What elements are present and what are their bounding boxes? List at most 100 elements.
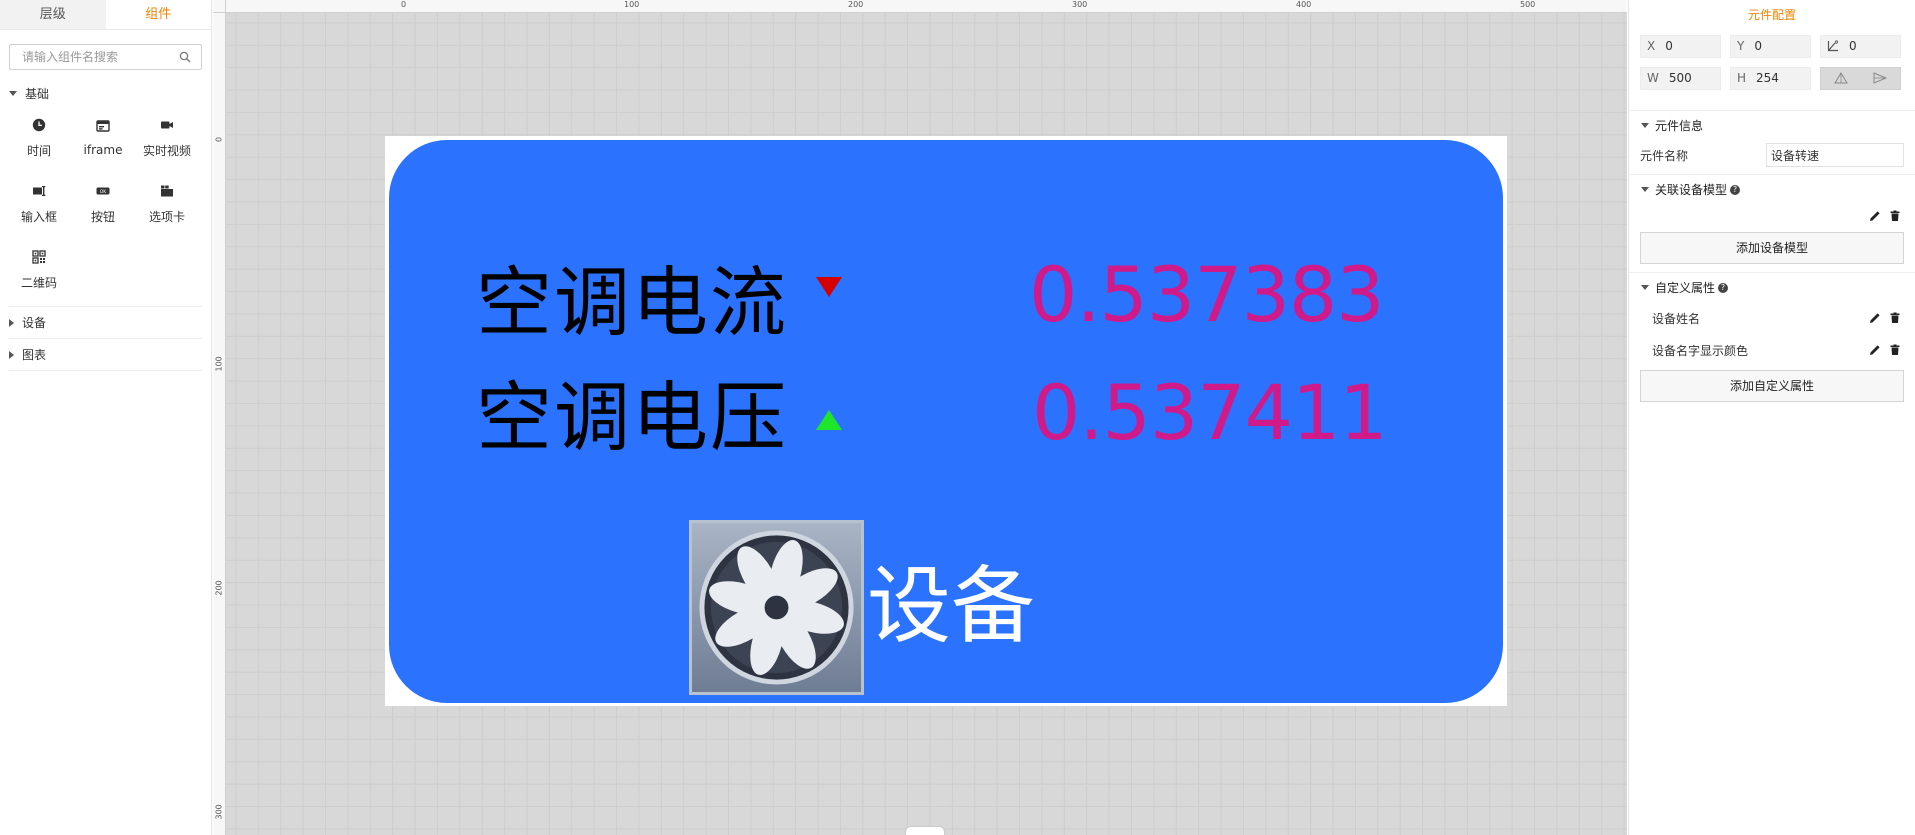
component-live-video-label: 实时视频 xyxy=(142,143,191,158)
ruler-top-label: 500 xyxy=(1520,0,1536,9)
ruler-top-label: 400 xyxy=(1296,0,1312,9)
element-name-input[interactable] xyxy=(1766,143,1904,167)
section-element-info-title: 元件信息 xyxy=(1655,119,1704,133)
caret-right-icon xyxy=(9,318,14,327)
h-label: H xyxy=(1737,71,1747,85)
tab-components[interactable]: 组件 xyxy=(105,0,211,29)
caret-down-icon xyxy=(1641,123,1649,128)
custom-prop-actions xyxy=(1869,312,1901,324)
component-time[interactable]: 时间 xyxy=(7,106,71,170)
clock-icon xyxy=(32,118,46,131)
iframe-icon xyxy=(96,120,110,132)
group-chart-label: 图表 xyxy=(22,348,47,362)
device-image xyxy=(689,520,864,695)
component-input[interactable]: 输入框 xyxy=(7,172,71,236)
section-device-model-title: 关联设备模型 xyxy=(1655,183,1728,197)
w-value: 500 xyxy=(1668,71,1692,85)
edit-icon[interactable] xyxy=(1869,210,1881,222)
rotation-value: 0 xyxy=(1849,39,1857,53)
ruler-left-label: 200 xyxy=(214,580,224,596)
delete-icon[interactable] xyxy=(1889,210,1901,222)
component-qrcode[interactable]: 二维码 xyxy=(7,238,71,302)
search-input[interactable] xyxy=(10,45,201,69)
y-label: Y xyxy=(1737,39,1745,53)
custom-prop-item: 设备姓名 xyxy=(1629,302,1915,334)
input-box-icon xyxy=(33,185,46,196)
caret-down-icon xyxy=(1641,285,1649,290)
x-field[interactable]: X0 xyxy=(1640,34,1721,58)
section-element-info[interactable]: 元件信息 xyxy=(1629,110,1915,140)
component-button-label: 按钮 xyxy=(90,209,115,224)
height-field[interactable]: H 254 xyxy=(1730,66,1811,90)
delete-icon[interactable] xyxy=(1889,312,1901,324)
group-basic[interactable]: 基础 xyxy=(0,80,211,106)
component-input-label: 输入框 xyxy=(20,209,57,224)
trend-down-icon xyxy=(816,277,842,297)
ruler-corner xyxy=(213,0,226,13)
panel-tabs: 层级 组件 xyxy=(0,0,211,30)
custom-prop-label: 设备姓名 xyxy=(1652,311,1701,326)
component-button[interactable]: OK 按钮 xyxy=(71,172,135,236)
flip-vertical-icon[interactable] xyxy=(1833,72,1848,84)
component-tabs-label: 选项卡 xyxy=(148,209,185,224)
rotation-field[interactable]: 0 xyxy=(1820,34,1901,58)
custom-prop-label: 设备名字显示颜色 xyxy=(1652,343,1749,358)
flip-horizontal-icon[interactable] xyxy=(1873,72,1888,84)
group-device[interactable]: 设备 xyxy=(9,307,202,339)
label-ac-voltage: 空调电压 xyxy=(476,373,788,462)
video-camera-icon xyxy=(161,121,173,128)
component-iframe[interactable]: iframe xyxy=(71,106,135,170)
position-row: X0 Y0 0 xyxy=(1629,30,1915,62)
edit-icon[interactable] xyxy=(1869,312,1881,324)
search-icon[interactable] xyxy=(179,51,191,63)
custom-prop-item: 设备名字显示颜色 xyxy=(1629,334,1915,366)
y-value: 0 xyxy=(1754,39,1762,53)
component-live-video[interactable]: 实时视频 xyxy=(135,106,199,170)
x-label: X xyxy=(1647,39,1656,53)
edit-icon[interactable] xyxy=(1869,344,1881,356)
custom-prop-actions xyxy=(1869,344,1901,356)
label-ac-current: 空调电流 xyxy=(476,258,788,347)
collapse-handle[interactable] xyxy=(905,826,945,835)
design-canvas[interactable]: 0 100 200 300 400 500 0 100 200 300 空调电流… xyxy=(213,0,1627,835)
delete-icon[interactable] xyxy=(1889,344,1901,356)
help-icon[interactable]: ? xyxy=(1718,282,1729,293)
trend-up-icon xyxy=(816,410,842,430)
component-qrcode-label: 二维码 xyxy=(20,275,57,290)
basic-components-grid: 时间 iframe 实时视频 输入框 OK 按钮 选项卡 二维码 xyxy=(0,106,211,302)
group-chart[interactable]: 图表 xyxy=(9,339,202,371)
ok-button-icon: OK xyxy=(96,187,110,195)
group-device-label: 设备 xyxy=(22,316,47,330)
device-widget[interactable]: 空调电流 0.537383 空调电压 0.537411 设备 xyxy=(389,140,1503,703)
value-ac-voltage: 0.537411 xyxy=(1032,368,1388,457)
w-label: W xyxy=(1647,71,1659,85)
tab-layers[interactable]: 层级 xyxy=(0,0,106,29)
element-name-label: 元件名称 xyxy=(1640,148,1689,163)
component-search xyxy=(9,44,202,70)
caret-right-icon xyxy=(9,350,14,359)
ruler-left-label: 100 xyxy=(214,356,224,372)
component-iframe-label: iframe xyxy=(83,143,123,157)
panel-title: 元件配置 xyxy=(1747,8,1796,22)
h-value: 254 xyxy=(1756,71,1779,85)
add-device-model-button[interactable]: 添加设备模型 xyxy=(1640,232,1904,264)
ruler-top-label: 300 xyxy=(1072,0,1088,9)
element-name-row: 元件名称 xyxy=(1629,140,1915,170)
add-custom-prop-button[interactable]: 添加自定义属性 xyxy=(1640,370,1904,402)
component-time-label: 时间 xyxy=(26,143,51,158)
width-field[interactable]: W 500 xyxy=(1640,66,1721,90)
device-model-actions xyxy=(1629,204,1915,228)
section-device-model[interactable]: 关联设备模型 ? xyxy=(1629,174,1915,204)
help-icon[interactable]: ? xyxy=(1730,184,1741,195)
y-field[interactable]: Y0 xyxy=(1730,34,1811,58)
component-tabs[interactable]: 选项卡 xyxy=(135,172,199,236)
device-label: 设备 xyxy=(867,557,1036,655)
ruler-top: 0 100 200 300 400 500 xyxy=(226,0,1627,13)
ruler-top-label: 100 xyxy=(624,0,640,9)
ruler-left-label: 0 xyxy=(214,136,224,143)
section-custom-props[interactable]: 自定义属性 ? xyxy=(1629,272,1915,302)
ruler-top-label: 0 xyxy=(401,0,407,9)
tabs-icon xyxy=(161,185,173,196)
value-ac-current: 0.537383 xyxy=(1029,250,1385,339)
